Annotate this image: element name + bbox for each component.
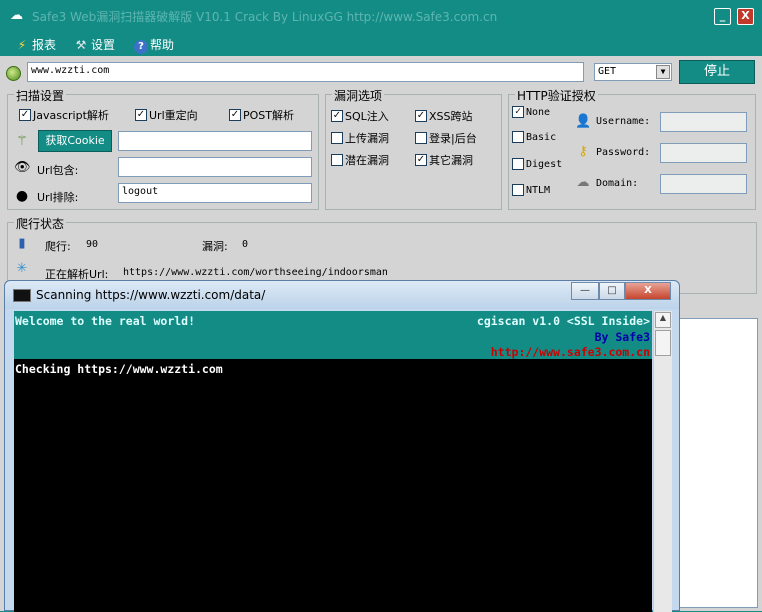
results-pane[interactable] (676, 318, 758, 608)
window-title: Safe3 Web漏洞扫描器破解版 V10.1 Crack By LinuxGG… (32, 10, 498, 24)
checkmark-icon: ✓ (415, 110, 427, 122)
domain-input[interactable] (660, 174, 747, 194)
empty-box (512, 158, 524, 170)
scan-settings-title: 扫描设置 (14, 87, 67, 104)
login-backend-checkbox[interactable]: 登录|后台 (415, 130, 477, 146)
help-icon: ? (134, 40, 148, 54)
product-text: cgiscan v1.0 <SSL Inside> (476, 314, 650, 328)
console-banner: Welcome to the real world! cgiscan v1.0 … (14, 311, 652, 359)
globe-icon (6, 66, 21, 81)
menu-settings[interactable]: ⚒ 设置 (73, 36, 115, 53)
close-button[interactable]: X (737, 8, 754, 25)
parsing-url: https://www.wzzti.com/worthseeing/indoor… (123, 267, 388, 278)
checking-line: Checking https://www.wzzti.com (15, 362, 223, 376)
potential-vuln-checkbox[interactable]: 潜在漏洞 (331, 152, 389, 168)
auth-ntlm-checkbox[interactable]: NTLM (512, 184, 550, 196)
console-maximize-button[interactable]: □ (599, 282, 625, 300)
url-include-input[interactable] (118, 157, 312, 177)
post-parse-checkbox[interactable]: ✓ POST解析 (229, 107, 294, 123)
http-auth-title: HTTP验证授权 (515, 87, 598, 104)
url-include-label: Url包含: (37, 164, 79, 177)
wand-icon: ⚚ (16, 134, 28, 149)
lightning-icon: ⚡ (17, 38, 27, 52)
xss-checkbox[interactable]: ✓ XSS跨站 (415, 108, 473, 124)
console-icon (13, 289, 31, 302)
cookie-input[interactable] (118, 131, 312, 151)
scroll-thumb[interactable] (655, 330, 671, 356)
crawl-status-title: 爬行状态 (14, 215, 67, 232)
checkmark-icon: ✓ (415, 154, 427, 166)
vuln-label: 漏洞: (202, 240, 228, 253)
bomb-icon: ● (15, 188, 29, 204)
empty-box (512, 131, 524, 143)
url-text: http://www.safe3.com.cn (490, 345, 650, 359)
other-vuln-checkbox[interactable]: ✓ 其它漏洞 (415, 152, 473, 168)
menu-report[interactable]: ⚡ 报表 (14, 36, 56, 53)
checkmark-icon: ✓ (331, 110, 343, 122)
console-title: Scanning https://www.wzzti.com/data/ (36, 288, 266, 302)
welcome-text: Welcome to the real world! (15, 314, 196, 328)
javascript-checkbox[interactable]: ✓ Javascript解析 (19, 107, 109, 123)
empty-box (415, 132, 427, 144)
empty-box (512, 184, 524, 196)
console-minimize-button[interactable]: — (571, 282, 599, 300)
bar-chart-icon: ▮ (18, 236, 26, 251)
scanning-console-window: Scanning https://www.wzzti.com/data/ — □… (4, 280, 680, 612)
auth-digest-checkbox[interactable]: Digest (512, 158, 562, 170)
by-text: By Safe3 (594, 330, 650, 344)
console-title-bar: Scanning https://www.wzzti.com/data/ — □… (5, 281, 679, 309)
password-input[interactable] (660, 143, 747, 163)
scroll-up-icon[interactable]: ▲ (655, 312, 671, 328)
eye-icon: 👁 (14, 160, 31, 175)
stop-button[interactable]: 停止 (679, 60, 755, 84)
user-icon: 👤 (575, 114, 592, 129)
auth-basic-checkbox[interactable]: Basic (512, 131, 556, 143)
vuln-options-title: 漏洞选项 (332, 87, 385, 104)
title-bar: ☁ Safe3 Web漏洞扫描器破解版 V10.1 Crack By Linux… (0, 0, 762, 32)
sql-injection-checkbox[interactable]: ✓ SQL注入 (331, 108, 389, 124)
console-close-button[interactable]: X (625, 282, 671, 300)
auth-none-checkbox[interactable]: ✓ None (512, 106, 550, 118)
minimize-button[interactable]: _ (714, 8, 731, 25)
console-scrollbar[interactable]: ▲ (653, 311, 672, 612)
method-select[interactable]: GET ▼ (594, 63, 672, 81)
crawl-label: 爬行: (45, 240, 71, 253)
domain-label: Domain: (596, 178, 639, 189)
app-icon: ☁ (10, 8, 23, 23)
tools-icon: ⚒ (75, 38, 87, 52)
checkmark-icon: ✓ (135, 109, 147, 121)
key-icon: ⚷ (578, 144, 588, 159)
url-redirect-checkbox[interactable]: ✓ Url重定向 (135, 107, 198, 123)
cloud-icon: ☁ (576, 175, 590, 190)
empty-box (331, 132, 343, 144)
checkmark-icon: ✓ (512, 106, 524, 118)
username-input[interactable] (660, 112, 747, 132)
menu-help[interactable]: ? 帮助 (134, 36, 174, 54)
username-label: Username: (596, 116, 651, 127)
checkmark-icon: ✓ (19, 109, 31, 121)
spinner-icon: ✳ (16, 261, 28, 276)
empty-box (331, 154, 343, 166)
url-exclude-input[interactable]: logout (118, 183, 312, 203)
upload-vuln-checkbox[interactable]: 上传漏洞 (331, 130, 389, 146)
target-url-input[interactable]: www.wzzti.com (27, 62, 584, 82)
vuln-count: 0 (242, 239, 249, 250)
crawl-count: 90 (86, 239, 99, 250)
console-screen[interactable]: Welcome to the real world! cgiscan v1.0 … (14, 311, 652, 612)
checkmark-icon: ✓ (229, 109, 241, 121)
password-label: Password: (596, 147, 651, 158)
chevron-down-icon[interactable]: ▼ (656, 65, 670, 79)
url-exclude-label: Url排除: (37, 191, 79, 204)
menu-bar: ⚡ 报表 ⚒ 设置 ? 帮助 (0, 32, 762, 56)
get-cookie-button[interactable]: 获取Cookie (38, 130, 112, 152)
